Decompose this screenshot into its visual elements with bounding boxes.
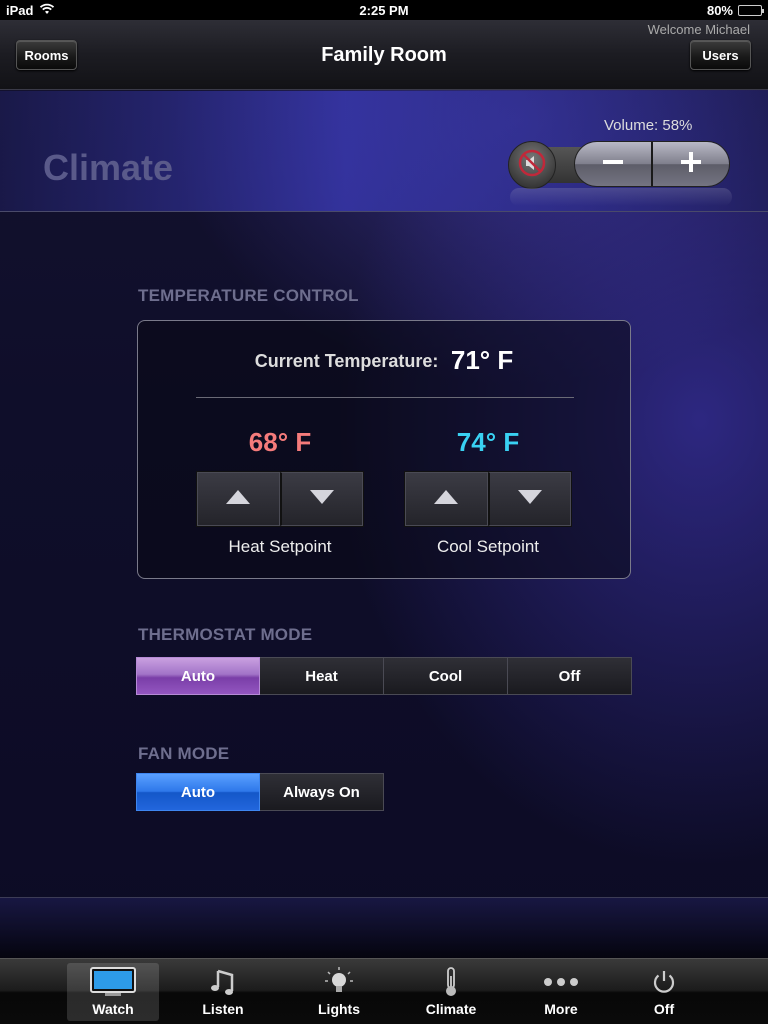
power-icon bbox=[650, 963, 678, 1001]
minus-icon bbox=[601, 150, 625, 179]
fan-mode-control: Auto Always On bbox=[136, 773, 384, 811]
page-title: Family Room bbox=[321, 44, 447, 66]
plus-icon bbox=[679, 150, 703, 179]
temperature-panel: Current Temperature: 71° F 68° F Heat Se… bbox=[137, 320, 631, 579]
thermostat-mode-heat[interactable]: Heat bbox=[260, 657, 384, 695]
tab-label: Climate bbox=[425, 1001, 477, 1017]
welcome-text: Welcome Michael bbox=[647, 22, 750, 37]
volume-label: Volume: 58% bbox=[604, 117, 693, 134]
current-temperature-value: 71° F bbox=[450, 345, 514, 375]
cool-setpoint-value: 74° F bbox=[456, 427, 520, 457]
speaker-muted-icon bbox=[517, 148, 547, 183]
tab-climate[interactable]: Climate bbox=[405, 963, 497, 1021]
controls-reflection bbox=[510, 188, 732, 206]
volume-controls bbox=[574, 141, 730, 187]
battery-icon bbox=[738, 4, 764, 16]
status-right: 80% bbox=[706, 2, 764, 18]
thermostat-mode-cool[interactable]: Cool bbox=[384, 657, 508, 695]
light-bulb-icon bbox=[323, 963, 355, 1001]
heat-down-button[interactable] bbox=[279, 472, 363, 526]
music-note-icon bbox=[208, 963, 238, 1001]
heat-setpoint-value: 68° F bbox=[248, 427, 312, 457]
divider bbox=[196, 397, 574, 398]
thermostat-mode-control: Auto Heat Cool Off bbox=[136, 657, 632, 695]
tv-icon bbox=[89, 963, 137, 1001]
thermostat-mode-heading: THERMOSTAT MODE bbox=[138, 625, 313, 644]
cool-down-button[interactable] bbox=[487, 472, 571, 526]
wifi-icon bbox=[39, 3, 55, 18]
section-title: Climate bbox=[43, 147, 174, 188]
status-bar: iPad 2:25 PM 80% bbox=[0, 0, 768, 20]
header-band: Climate Volume: 58% bbox=[0, 91, 768, 212]
navigation-bar: Welcome Michael Rooms Family Room Users bbox=[0, 20, 768, 90]
thermostat-mode-auto[interactable]: Auto bbox=[136, 657, 260, 695]
users-button[interactable]: Users bbox=[690, 40, 751, 70]
battery-percent: 80% bbox=[706, 2, 733, 18]
thermostat-mode-off[interactable]: Off bbox=[508, 657, 632, 695]
tab-watch[interactable]: Watch bbox=[67, 963, 159, 1021]
bottom-shadow bbox=[0, 898, 768, 958]
fan-mode-heading: FAN MODE bbox=[138, 744, 230, 763]
fan-mode-always-on[interactable]: Always On bbox=[260, 773, 384, 811]
heat-up-button[interactable] bbox=[197, 472, 280, 526]
tab-bar: Watch Listen Lights Climate More Off bbox=[0, 958, 768, 1024]
temperature-heading: TEMPERATURE CONTROL bbox=[138, 286, 359, 305]
heat-setpoint-label: Heat Setpoint bbox=[228, 537, 332, 556]
device-name: iPad bbox=[6, 2, 34, 18]
current-temperature-label: Current Temperature: bbox=[254, 351, 439, 371]
tab-label: Listen bbox=[202, 1001, 244, 1017]
fan-mode-auto[interactable]: Auto bbox=[136, 773, 260, 811]
tab-label: Off bbox=[653, 1001, 675, 1017]
tab-lights[interactable]: Lights bbox=[293, 963, 385, 1021]
tab-more[interactable]: More bbox=[515, 963, 607, 1021]
thermometer-icon bbox=[441, 963, 461, 1001]
tab-label: More bbox=[544, 1001, 578, 1017]
cool-up-button[interactable] bbox=[405, 472, 488, 526]
cool-setpoint-stepper bbox=[404, 471, 572, 527]
status-left: iPad bbox=[6, 3, 55, 18]
cool-setpoint-label: Cool Setpoint bbox=[436, 537, 540, 556]
tab-listen[interactable]: Listen bbox=[177, 963, 269, 1021]
volume-up-button[interactable] bbox=[651, 142, 729, 186]
triangle-up-icon bbox=[225, 489, 251, 510]
tab-label: Watch bbox=[92, 1001, 134, 1017]
more-dots-icon bbox=[542, 963, 580, 1001]
status-time: 2:25 PM bbox=[359, 2, 409, 18]
mute-button[interactable] bbox=[508, 141, 556, 189]
heat-setpoint-stepper bbox=[196, 471, 364, 527]
current-temperature: Current Temperature: 71° F bbox=[138, 345, 630, 376]
triangle-up-icon bbox=[433, 489, 459, 510]
volume-down-button[interactable] bbox=[575, 142, 651, 186]
triangle-down-icon bbox=[309, 489, 335, 510]
tab-label: Lights bbox=[318, 1001, 360, 1017]
triangle-down-icon bbox=[517, 489, 543, 510]
tab-off[interactable]: Off bbox=[618, 963, 710, 1021]
